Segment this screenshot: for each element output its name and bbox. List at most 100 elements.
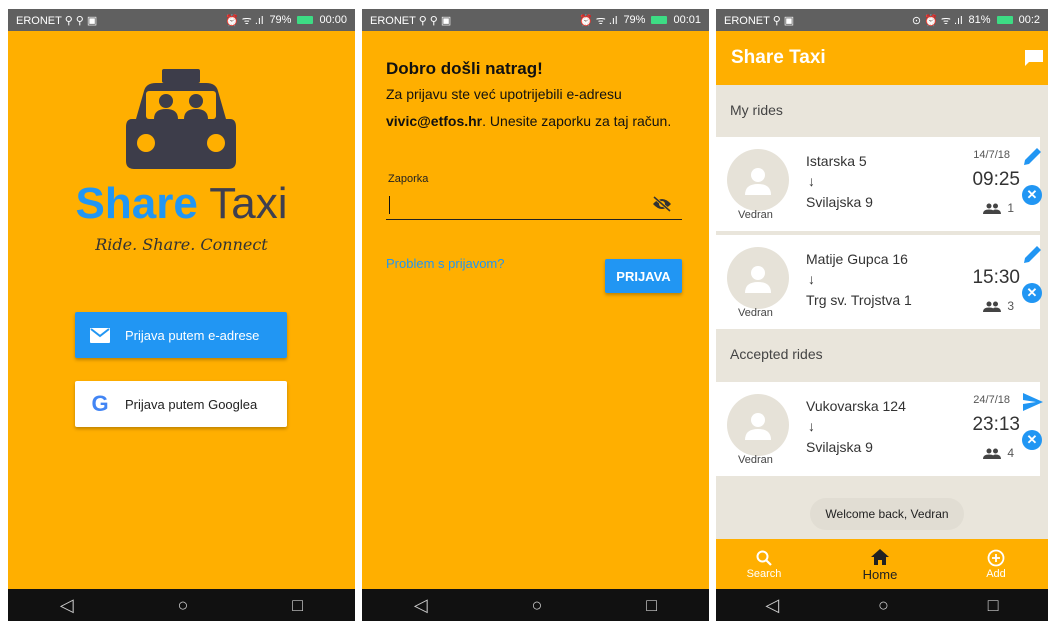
welcome-title: Dobro došli natrag! [386, 59, 543, 78]
nav-add-label: Add [986, 568, 1006, 580]
signal-icons: ⏰ ᯤ .ıl [225, 14, 264, 27]
cancel-ride-icon[interactable]: ✕ [1022, 430, 1042, 450]
welcome-text: Za prijavu ste već upotrijebili e-adresu… [386, 86, 672, 129]
brand-title: Share Taxi [8, 179, 355, 229]
home-icon [871, 548, 889, 565]
from-address: Istarska 5 [806, 153, 867, 169]
seats-info: 3 [983, 299, 1014, 313]
to-address: Trg sv. Trojstva 1 [806, 292, 912, 308]
my-rides-header: My rides [730, 102, 783, 118]
recents-icon[interactable]: □ [988, 595, 999, 616]
nav-home[interactable]: Home [850, 539, 910, 589]
carrier-label: ERONET ⚲ ⚲ ▣ [16, 14, 98, 27]
nav-search[interactable]: Search [734, 539, 794, 589]
welcome-toast: Welcome back, Vedran [810, 498, 964, 530]
google-icon: G [91, 391, 109, 416]
nav-home-label: Home [862, 566, 898, 582]
status-bar: ERONET ⚲ ▣ ⊙ ⏰ ᯤ .ıl 81% 00:2 [716, 9, 1048, 31]
search-icon [756, 550, 772, 566]
cancel-ride-icon[interactable]: ✕ [1022, 185, 1042, 205]
avatar [727, 247, 789, 309]
google-login-button[interactable]: G Prijava putem Googlea [75, 381, 287, 427]
arrow-down-icon: ↓ [808, 418, 815, 434]
ride-card[interactable]: Vedran Matije Gupca 16 ↓ Trg sv. Trojstv… [716, 235, 1042, 329]
person-icon [745, 413, 771, 440]
login-screen: ERONET ⚲ ⚲ ▣ ⏰ ᯤ .ıl 79% 00:00 Share Tax… [8, 9, 355, 621]
to-address: Svilajska 9 [806, 439, 873, 455]
battery-icon [651, 16, 668, 24]
from-address: Matije Gupca 16 [806, 251, 908, 267]
ride-card[interactable]: Vedran Istarska 5 ↓ Svilajska 9 14/7/18 … [716, 137, 1042, 231]
ride-time: 09:25 [972, 169, 1020, 190]
seats-info: 4 [983, 446, 1014, 460]
mail-icon [90, 327, 110, 343]
login-problem-link[interactable]: Problem s prijavom? [386, 256, 505, 271]
clock: 00:01 [673, 14, 701, 26]
recents-icon[interactable]: □ [292, 595, 303, 616]
edit-icon[interactable] [1022, 243, 1044, 265]
arrow-down-icon: ↓ [808, 271, 815, 287]
back-icon[interactable]: ◁ [414, 595, 428, 616]
brand-share: Share [75, 179, 198, 228]
carrier-label: ERONET ⚲ ▣ [724, 14, 795, 27]
system-nav-bar: ◁ ○ □ [716, 589, 1048, 621]
add-circle-icon [987, 549, 1005, 567]
clock: 00:2 [1018, 14, 1040, 26]
nav-search-label: Search [746, 568, 782, 580]
back-icon[interactable]: ◁ [60, 595, 74, 616]
back-icon[interactable]: ◁ [765, 595, 779, 616]
password-input[interactable] [386, 190, 682, 220]
from-address: Vukovarska 124 [806, 398, 906, 414]
nav-add[interactable]: Add [966, 539, 1026, 589]
clock: 00:00 [319, 14, 347, 26]
ride-date: 14/7/18 [973, 149, 1010, 161]
people-icon [983, 448, 1002, 459]
app-title: Share Taxi [731, 47, 826, 68]
arrow-down-icon: ↓ [808, 173, 815, 189]
ride-date: 24/7/18 [973, 394, 1010, 406]
bottom-navigation: Search Home Add [716, 539, 1048, 589]
system-nav-bar: ◁ ○ □ [8, 589, 355, 621]
login-submit-button[interactable]: PRIJAVA [605, 259, 682, 293]
chat-icon[interactable] [1024, 49, 1044, 67]
send-icon[interactable] [1022, 392, 1044, 412]
system-nav-bar: ◁ ○ □ [362, 589, 709, 621]
google-login-label: Prijava putem Googlea [125, 396, 258, 412]
avatar [727, 394, 789, 456]
people-icon [983, 203, 1002, 214]
person-icon [745, 168, 771, 195]
battery-percent: 79% [623, 14, 646, 26]
email-login-button[interactable]: Prijava putem e-adrese [75, 312, 287, 358]
password-screen: ERONET ⚲ ⚲ ▣ ⏰ ᯤ .ıl 79% 00:01 Dobro doš… [362, 9, 709, 621]
home-circle-icon[interactable]: ○ [178, 595, 189, 616]
driver-name: Vedran [738, 454, 773, 466]
driver-name: Vedran [738, 307, 773, 319]
ride-time: 15:30 [972, 267, 1020, 288]
taxi-logo-icon [126, 69, 236, 169]
battery-icon [297, 16, 314, 24]
signal-icons: ⊙ ⏰ ᯤ .ıl [911, 14, 963, 27]
brand-taxi: Taxi [209, 179, 288, 228]
person-icon [745, 266, 771, 293]
recents-icon[interactable]: □ [646, 595, 657, 616]
cancel-ride-icon[interactable]: ✕ [1022, 283, 1042, 303]
account-email: vivic@etfos.hr [386, 113, 483, 129]
home-circle-icon[interactable]: ○ [878, 595, 889, 616]
driver-name: Vedran [738, 209, 773, 221]
ride-card[interactable]: Vedran Vukovarska 124 ↓ Svilajska 9 24/7… [716, 382, 1043, 476]
to-address: Svilajska 9 [806, 194, 873, 210]
text-cursor [389, 196, 390, 214]
home-circle-icon[interactable]: ○ [532, 595, 543, 616]
seat-count: 1 [1007, 201, 1014, 215]
visibility-off-icon[interactable] [652, 196, 672, 212]
email-login-label: Prijava putem e-adrese [125, 327, 260, 343]
seats-info: 1 [983, 201, 1014, 215]
seat-count: 3 [1007, 299, 1014, 313]
edit-icon[interactable] [1022, 145, 1044, 167]
app-bar: Share Taxi [716, 31, 1048, 85]
battery-percent: 79% [269, 14, 292, 26]
tagline: Ride. Share. Connect [95, 235, 268, 254]
status-bar: ERONET ⚲ ⚲ ▣ ⏰ ᯤ .ıl 79% 00:01 [362, 9, 709, 31]
rides-screen: ERONET ⚲ ▣ ⊙ ⏰ ᯤ .ıl 81% 00:2 Share Taxi… [716, 9, 1048, 621]
avatar [727, 149, 789, 211]
